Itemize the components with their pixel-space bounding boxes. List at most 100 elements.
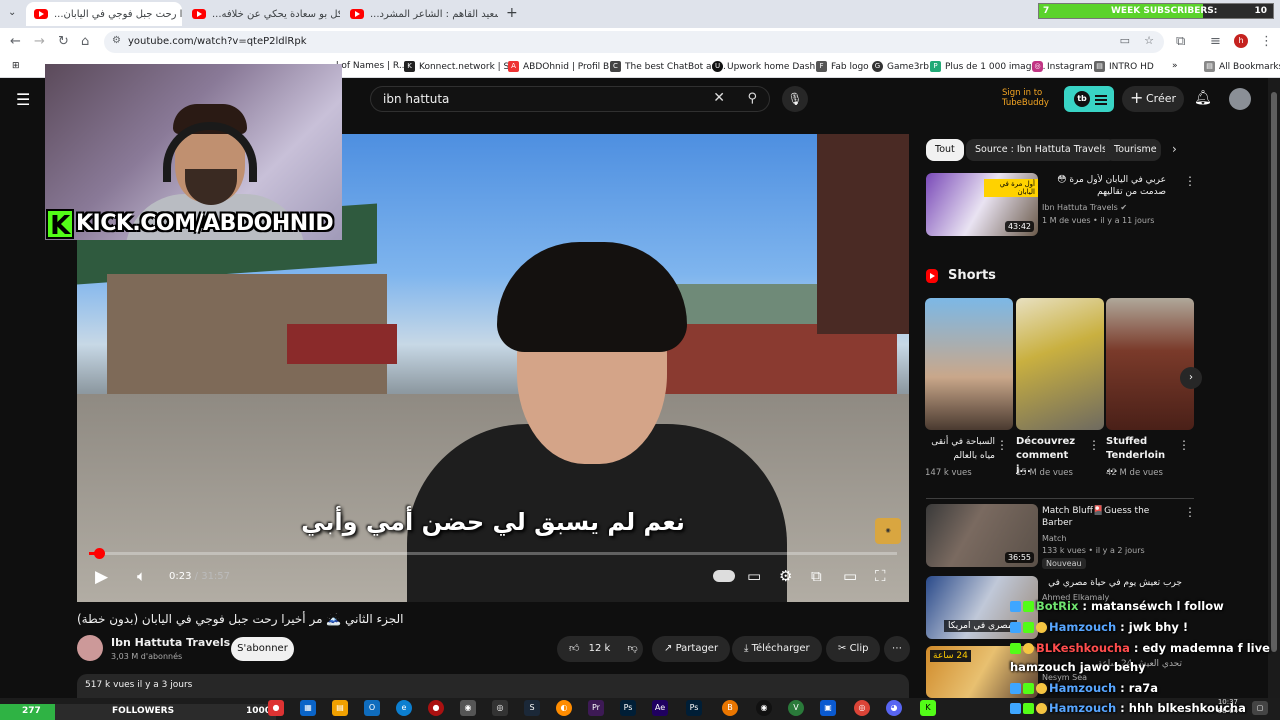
omnibox[interactable]: ⚙ youtube.com/watch?v=qteP2ldlRpk ▭ ☆ bbox=[104, 31, 1164, 53]
after-effects-icon[interactable]: Ae bbox=[652, 700, 668, 716]
short-thumbnail[interactable] bbox=[1016, 298, 1104, 430]
scrollbar-thumb[interactable] bbox=[1271, 92, 1277, 652]
tubebuddy-signin[interactable]: Sign in to TubeBuddy bbox=[1002, 88, 1049, 108]
fullscreen-icon[interactable]: ⛶ bbox=[875, 567, 886, 585]
play-icon[interactable]: ▶ bbox=[95, 567, 108, 587]
chip-source[interactable]: Source : Ibn Hattuta Travels bbox=[966, 139, 1116, 161]
notifications-icon[interactable]: ▢ bbox=[1252, 701, 1268, 715]
bookmark-item[interactable]: G Game3rb bbox=[872, 61, 929, 72]
bookmark-star-icon[interactable]: ☆ bbox=[1144, 34, 1154, 47]
apps-grid-icon[interactable]: ⊞ bbox=[12, 61, 20, 71]
bookmark-item[interactable]: P Plus de 1 000 image... bbox=[930, 61, 1046, 72]
all-bookmarks[interactable]: ▤ All Bookmarks bbox=[1204, 61, 1280, 72]
tubebuddy-button[interactable]: tb bbox=[1064, 86, 1114, 112]
download-button[interactable]: ⤓ Télécharger bbox=[732, 636, 822, 662]
bookmark-item[interactable]: C The best ChatBot an... bbox=[610, 61, 726, 72]
volume-icon[interactable]: 🔈︎ bbox=[137, 567, 146, 585]
share-button[interactable]: ↗ Partager bbox=[652, 636, 731, 662]
notifications-bell-icon[interactable]: 🔔︎ bbox=[1194, 90, 1212, 106]
more-vertical-icon[interactable]: ⋮ bbox=[1178, 438, 1190, 452]
outlook-icon[interactable]: O bbox=[364, 700, 380, 716]
photoshop-icon[interactable]: Ps bbox=[620, 700, 636, 716]
tab-active[interactable]: أخيرا رحت جبل فوجي في اليابان... ✕ bbox=[26, 2, 182, 26]
autoplay-toggle[interactable] bbox=[713, 570, 735, 582]
obs-icon[interactable]: ◉ bbox=[756, 700, 772, 716]
bookmark-item[interactable]: F Fab logo bbox=[816, 61, 869, 72]
steam-icon[interactable]: S bbox=[524, 700, 540, 716]
reading-list-icon[interactable]: ≡ bbox=[1210, 34, 1221, 49]
video-thumbnail[interactable]: 36:55 bbox=[926, 504, 1038, 567]
chip-all[interactable]: Tout bbox=[926, 139, 964, 161]
site-info-icon[interactable]: ⚙ bbox=[112, 35, 121, 46]
bookmark-item[interactable]: l of Names | R... bbox=[336, 61, 407, 71]
more-actions-button[interactable]: ⋯ bbox=[884, 636, 910, 662]
taskbar-app-icon[interactable]: ◎ bbox=[492, 700, 508, 716]
discord-icon[interactable]: ◕ bbox=[886, 700, 902, 716]
forward-icon[interactable]: → bbox=[34, 34, 45, 49]
more-vertical-icon[interactable]: ⋮ bbox=[1184, 174, 1196, 188]
chrome-icon[interactable]: ◎ bbox=[854, 700, 870, 716]
channel-avatar[interactable] bbox=[77, 635, 103, 661]
tab-search-icon[interactable]: ⌄ bbox=[8, 7, 16, 18]
tab-3[interactable]: سعيد القاهم : الشاعر المشرد... ✕ bbox=[342, 2, 498, 26]
page-scrollbar[interactable] bbox=[1268, 78, 1280, 698]
reload-icon[interactable]: ↻ bbox=[58, 34, 69, 49]
short-thumbnail[interactable] bbox=[1106, 298, 1194, 430]
subtitles-icon[interactable]: ▭ bbox=[747, 567, 761, 585]
shorts-next-button[interactable]: › bbox=[1180, 367, 1202, 389]
home-icon[interactable]: ⌂ bbox=[81, 34, 89, 49]
dislike-icon[interactable]: 👎︎ bbox=[628, 643, 638, 654]
video-thumbnail[interactable]: أول مرة في اليابان 43:42 bbox=[926, 173, 1038, 236]
voice-search-button[interactable]: 🎙 bbox=[782, 86, 808, 112]
video-title[interactable]: عربي في اليابان لأول مرة 😳 صدمت من تقالي… bbox=[1042, 174, 1166, 198]
create-button[interactable]: + Créer bbox=[1122, 86, 1184, 112]
chip-tourism[interactable]: Tourisme bbox=[1105, 139, 1161, 161]
search-input[interactable]: ibn hattuta ✕ ⚲ bbox=[370, 86, 770, 112]
taskbar-app-icon[interactable]: ● bbox=[428, 700, 444, 716]
like-count[interactable]: 12 k bbox=[589, 643, 611, 654]
short-thumbnail[interactable] bbox=[925, 298, 1013, 430]
hamburger-menu-icon[interactable]: ☰ bbox=[16, 90, 30, 109]
video-title[interactable]: جرب تعيش يوم في حياة مصري في امريكا bbox=[1042, 577, 1182, 589]
miniplayer-icon[interactable]: ⧉ bbox=[811, 567, 822, 585]
bookmark-item[interactable]: U Upwork home Dash... bbox=[712, 61, 824, 72]
like-icon[interactable]: 👍︎ bbox=[569, 643, 579, 654]
system-clock[interactable]: 10:37 08-04 bbox=[1206, 698, 1238, 716]
progress-bar[interactable] bbox=[89, 548, 897, 559]
taskbar-app-icon[interactable]: ● bbox=[268, 700, 284, 716]
chevron-right-icon[interactable]: › bbox=[1172, 142, 1177, 156]
clear-search-icon[interactable]: ✕ bbox=[713, 90, 725, 106]
profile-avatar[interactable]: h bbox=[1234, 34, 1248, 48]
taskbar-app-icon[interactable]: ▦ bbox=[300, 700, 316, 716]
camera-icon[interactable]: ◉ bbox=[460, 700, 476, 716]
more-vertical-icon[interactable]: ⋮ bbox=[1184, 505, 1196, 519]
cast-icon[interactable]: ▭ bbox=[1120, 34, 1130, 47]
bookmark-item[interactable]: K Konnect.network | S... bbox=[404, 61, 518, 72]
file-explorer-icon[interactable]: ▤ bbox=[332, 700, 348, 716]
more-vertical-icon[interactable]: ⋮ bbox=[996, 438, 1008, 452]
short-title[interactable]: السباحة في أنقى مياه بالعالم bbox=[925, 435, 995, 463]
edge-icon[interactable]: e bbox=[396, 700, 412, 716]
back-icon[interactable]: ← bbox=[10, 34, 21, 49]
taskbar-app-icon[interactable]: V bbox=[788, 700, 804, 716]
more-vertical-icon[interactable]: ⋮ bbox=[1088, 438, 1100, 452]
blender-icon[interactable]: B bbox=[722, 700, 738, 716]
taskbar-app-icon[interactable]: ◐ bbox=[556, 700, 572, 716]
taskbar-app-icon[interactable]: ▣ bbox=[820, 700, 836, 716]
scrubber-knob[interactable] bbox=[93, 548, 105, 559]
photoshop-icon[interactable]: Ps bbox=[686, 700, 702, 716]
tab-2[interactable]: هيكل بو سعادة يحكي عن خلافه... ✕ bbox=[184, 2, 340, 26]
search-icon[interactable]: ⚲ bbox=[747, 91, 757, 106]
bookmark-item[interactable]: A ABDOhnid | Profil B... bbox=[508, 61, 618, 72]
premiere-icon[interactable]: Pr bbox=[588, 700, 604, 716]
extensions-icon[interactable]: ⧉ bbox=[1176, 34, 1185, 49]
bookmark-item[interactable]: ◎ Instagram bbox=[1032, 61, 1093, 72]
theater-mode-icon[interactable]: ▭ bbox=[843, 567, 857, 585]
clip-button[interactable]: ✂ Clip bbox=[826, 636, 881, 662]
new-tab-icon[interactable]: + bbox=[506, 5, 518, 21]
settings-gear-icon[interactable]: ⚙ bbox=[779, 567, 792, 585]
menu-dots-icon[interactable]: ⋮ bbox=[1260, 34, 1273, 49]
kick-app-icon[interactable]: K bbox=[920, 700, 936, 716]
subscribe-button[interactable]: S'abonner bbox=[231, 637, 294, 661]
account-avatar[interactable] bbox=[1229, 88, 1251, 110]
